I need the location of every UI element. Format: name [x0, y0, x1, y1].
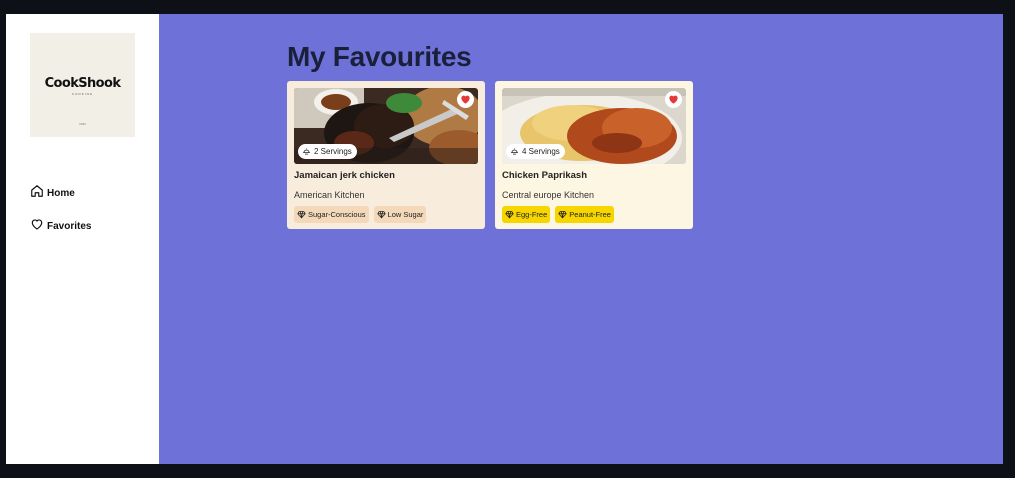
sidebar: CookShook COOKING 2023 Home Favorites — [6, 14, 159, 464]
diamond-icon — [505, 211, 514, 219]
recipe-card-list: 2 Servings Jamaican jerk chicken America… — [287, 81, 693, 229]
servings-badge: 2 Servings — [298, 144, 357, 159]
serving-dish-icon — [511, 148, 518, 155]
recipe-tags: Egg-Free Peanut-Free — [502, 206, 686, 223]
app-frame: CookShook COOKING 2023 Home Favorites My… — [6, 14, 1003, 464]
diamond-icon — [376, 211, 386, 219]
heart-filled-icon — [669, 95, 678, 104]
favorite-button[interactable] — [665, 91, 682, 108]
diamond-icon — [297, 211, 306, 219]
diamond-icon — [558, 211, 567, 219]
sidebar-item-favorites[interactable]: Favorites — [30, 218, 91, 234]
servings-label: 2 Servings — [314, 147, 352, 156]
home-icon — [30, 184, 44, 203]
recipe-name: Jamaican jerk chicken — [294, 170, 395, 181]
recipe-image[interactable]: 4 Servings — [502, 88, 686, 164]
sidebar-item-home[interactable]: Home — [30, 184, 91, 203]
sidebar-nav: Home Favorites — [30, 184, 91, 251]
tag-label: Sugar-Conscious — [308, 210, 366, 219]
servings-label: 4 Servings — [522, 147, 560, 156]
recipe-cuisine: American Kitchen — [294, 190, 365, 200]
heart-filled-icon — [461, 95, 470, 104]
page-title: My Favourites — [287, 41, 472, 72]
logo-mark: 2023 — [79, 122, 86, 126]
heart-outline-icon — [30, 217, 44, 236]
diet-tag: Low Sugar — [373, 206, 427, 223]
recipe-image[interactable]: 2 Servings — [294, 88, 478, 164]
tag-label: Egg-Free — [516, 210, 548, 219]
recipe-tags: Sugar-Conscious Low Sugar — [294, 206, 478, 223]
diet-tag: Sugar-Conscious — [294, 206, 369, 223]
logo-title: CookShook — [44, 76, 121, 91]
sidebar-item-label: Favorites — [47, 220, 92, 232]
sidebar-item-label: Home — [47, 187, 75, 199]
recipe-name: Chicken Paprikash — [502, 170, 588, 181]
recipe-cuisine: Central europe Kitchen — [502, 190, 595, 200]
recipe-card[interactable]: 4 Servings Chicken Paprikash Central eur… — [495, 81, 693, 229]
diet-tag: Egg-Free — [502, 206, 551, 223]
recipe-card[interactable]: 2 Servings Jamaican jerk chicken America… — [287, 81, 485, 229]
logo-subtitle: COOKING — [71, 92, 94, 96]
tag-label: Peanut-Free — [569, 210, 611, 219]
tag-label: Low Sugar — [387, 210, 424, 219]
diet-tag: Peanut-Free — [555, 206, 614, 223]
servings-badge: 4 Servings — [506, 144, 565, 159]
favorite-button[interactable] — [457, 91, 474, 108]
logo[interactable]: CookShook COOKING 2023 — [30, 33, 135, 137]
serving-dish-icon — [303, 148, 310, 155]
main-content: My Favourites 2 Servings Jamaican jerk c… — [159, 14, 1003, 464]
